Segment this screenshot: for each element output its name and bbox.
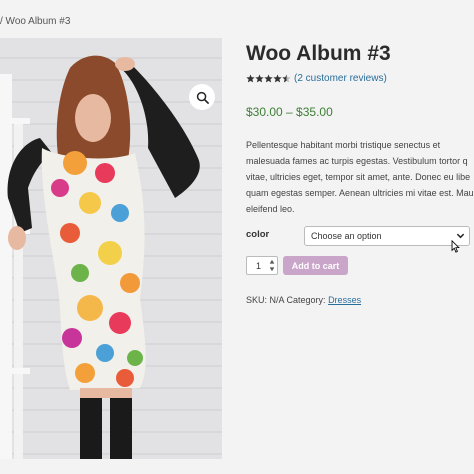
description-line: Pellentesque habitant morbi tristique se… (246, 140, 441, 150)
product-title: Woo Album #3 (246, 42, 391, 65)
star-icon (255, 74, 264, 83)
zoom-button[interactable] (189, 84, 215, 110)
product-rating: (2 customer reviews) (246, 73, 387, 84)
description-line: malesuada fames ac turpis egestas. Vesti… (246, 156, 468, 166)
product-summary: Woo Album #3 (2 customer reviews) $30.00… (246, 0, 474, 474)
variation-label-color: color (246, 229, 270, 240)
quantity-value: 1 (256, 261, 262, 271)
product-description: Pellentesque habitant morbi tristique se… (246, 137, 474, 217)
product-meta: SKU: N/A Category: Dresses (246, 295, 361, 305)
description-line: eleifend leo. (246, 204, 295, 214)
description-line: vitae, ultricies eget, tempor sit amet, … (246, 172, 471, 182)
quantity-stepper[interactable]: 1 (246, 256, 278, 275)
breadcrumb: / Woo Album #3 (0, 16, 71, 27)
color-select[interactable]: Choose an option (304, 226, 470, 246)
mouse-cursor-icon (451, 240, 460, 253)
spinner-arrows-icon[interactable] (269, 259, 275, 272)
category-link-dresses[interactable]: Dresses (328, 295, 361, 305)
reviews-link[interactable]: (2 customer reviews) (294, 73, 387, 84)
add-to-cart-button[interactable]: Add to cart (283, 256, 348, 275)
half-star-icon (282, 74, 291, 83)
star-icon (246, 74, 255, 83)
chevron-down-icon (456, 233, 465, 239)
product-gallery[interactable] (0, 38, 222, 459)
product-price: $30.00 – $35.00 (246, 105, 333, 119)
magnifier-icon (196, 91, 209, 104)
star-icon (273, 74, 282, 83)
star-icon (264, 74, 273, 83)
color-select-value: Choose an option (311, 231, 382, 241)
description-line: quam egestas semper. Aenean ultricies mi… (246, 188, 474, 198)
sku-category-label: SKU: N/A Category: (246, 295, 326, 305)
star-rating (246, 74, 291, 83)
